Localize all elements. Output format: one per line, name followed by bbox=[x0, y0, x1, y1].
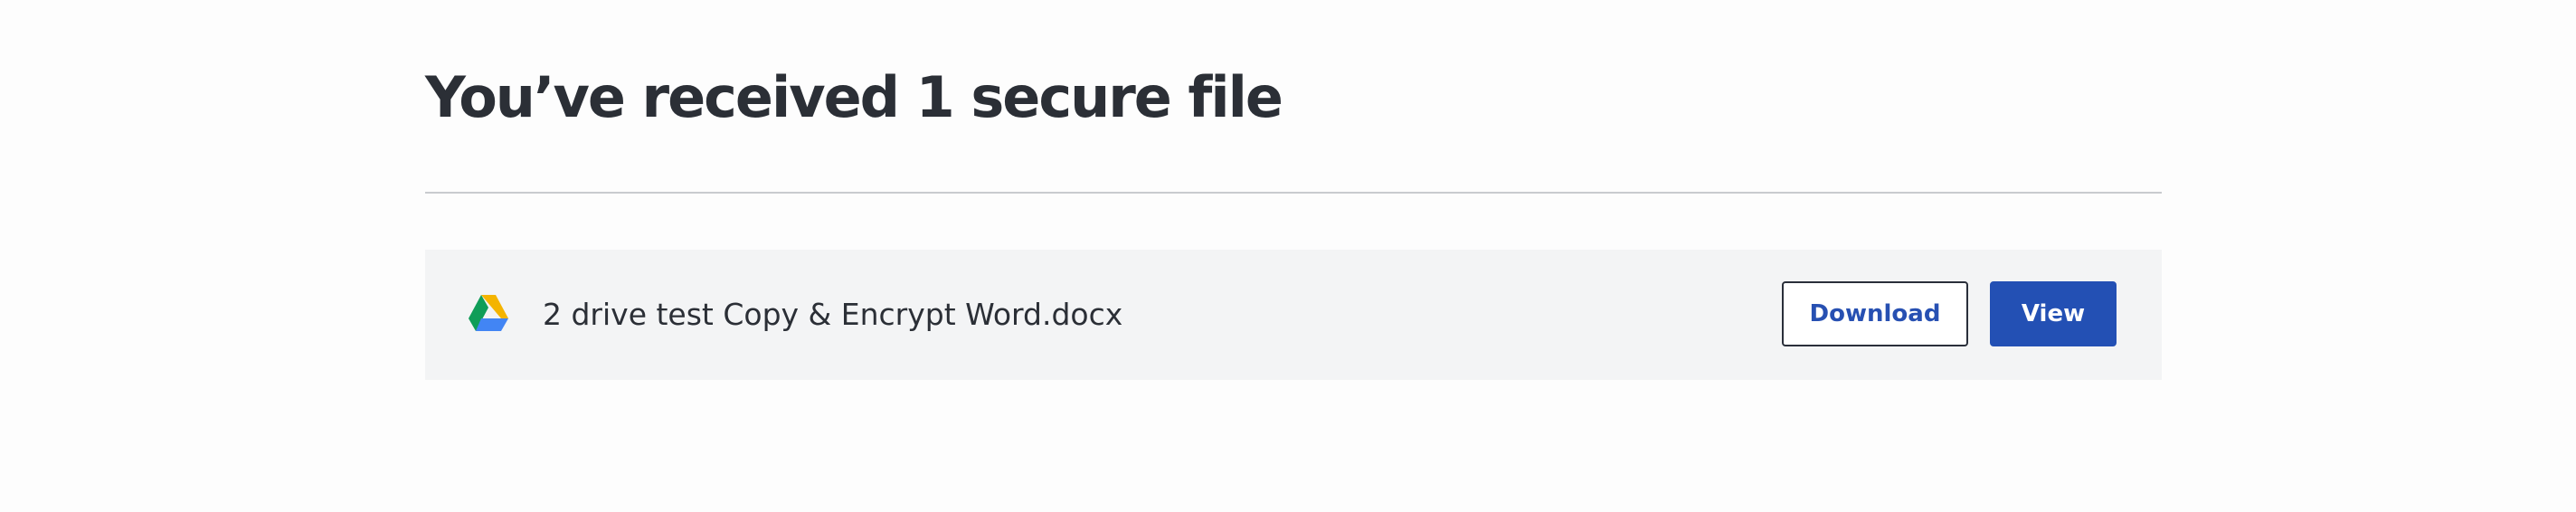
download-button[interactable]: Download bbox=[1782, 281, 1968, 346]
google-drive-icon bbox=[469, 295, 508, 331]
file-name: 2 drive test Copy & Encrypt Word.docx bbox=[543, 297, 1123, 332]
page-title: You’ve received 1 secure file bbox=[425, 64, 1283, 130]
main-content: You’ve received 1 secure file 2 drive te… bbox=[425, 0, 2162, 380]
view-button[interactable]: View bbox=[1990, 281, 2117, 346]
file-row: 2 drive test Copy & Encrypt Word.docx Do… bbox=[425, 250, 2162, 380]
page: You’ve received 1 secure file 2 drive te… bbox=[0, 0, 2576, 512]
divider bbox=[425, 192, 2162, 194]
